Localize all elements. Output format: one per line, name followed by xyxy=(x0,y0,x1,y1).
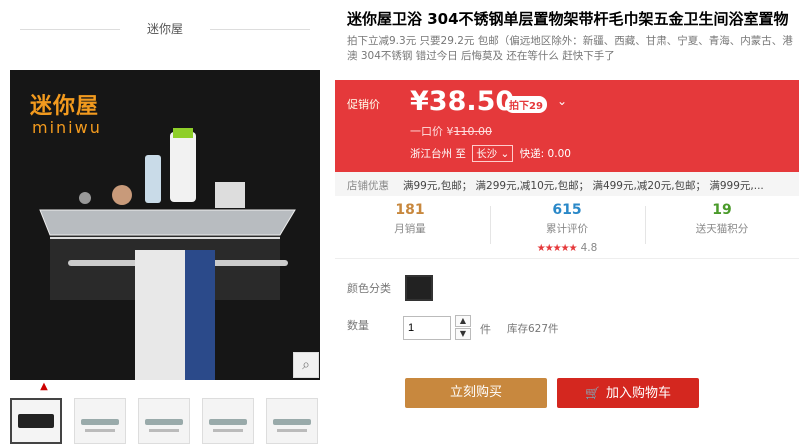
price-panel: 促销价 ¥38.50 拍下29 ⌄ 一口价 ¥110.00 浙江台州 至 长沙 … xyxy=(335,80,799,172)
color-label: 颜色分类 xyxy=(347,282,391,295)
product-title: 迷你屋卫浴 304不锈钢单层置物架带杆毛巾架五金卫生间浴室置物 xyxy=(347,10,789,28)
shop-promotion: 店铺优惠 满99元,包邮； 满299元,减10元,包邮； 满499元,减20元,… xyxy=(335,172,799,196)
thumbnail-2[interactable] xyxy=(74,398,126,444)
quantity-label: 数量 xyxy=(347,319,369,332)
shipping-cost: 快递: 0.00 xyxy=(519,148,571,160)
buy-now-button[interactable]: 立刻购买 xyxy=(405,378,547,408)
monthly-sales: 181 月销量 xyxy=(394,202,426,235)
shelf-illustration xyxy=(39,128,296,380)
cart-icon: 🛒 xyxy=(585,386,600,400)
price-label: 促销价 xyxy=(347,98,380,111)
quantity-unit: 件 xyxy=(480,323,491,336)
zoom-button[interactable]: ⌕ xyxy=(293,352,319,378)
product-gallery: 迷你屋 迷你屋 miniwu ⌕ ▲ xyxy=(0,0,330,444)
chevron-down-icon[interactable]: ⌄ xyxy=(557,94,567,108)
product-detail: 迷你屋卫浴 304不锈钢单层置物架带杆毛巾架五金卫生间浴室置物 拍下立减9.3元… xyxy=(335,0,799,444)
stock-count: 库存627件 xyxy=(507,323,559,335)
promo-text[interactable]: 满99元,包邮； 满299元,减10元,包邮； 满499元,减20元,包邮； 满… xyxy=(403,178,764,193)
original-price: 110.00 xyxy=(453,125,493,138)
discount-badge: 拍下29 xyxy=(505,96,547,113)
quantity-input[interactable] xyxy=(403,316,451,340)
product-subtitle: 拍下立减9.3元 只要29.2元 包邮（偏远地区除外：新疆、西藏、甘肃、宁夏、青… xyxy=(347,35,793,62)
divider xyxy=(335,258,799,259)
main-product-image[interactable]: 迷你屋 miniwu xyxy=(10,70,320,380)
promo-label: 店铺优惠 xyxy=(347,180,389,192)
current-price: ¥38.50 xyxy=(410,86,515,117)
stats-row: 181 月销量 615 累计评价 ★★★★★ 4.8 19 送天猫积分 xyxy=(335,196,799,254)
ship-origin: 浙江台州 xyxy=(410,148,452,160)
rating-score: 4.8 xyxy=(580,242,598,254)
thumbnail-1[interactable] xyxy=(10,398,62,444)
thumbnail-3[interactable] xyxy=(138,398,190,444)
divider xyxy=(210,29,310,30)
thumbnail-5[interactable] xyxy=(266,398,318,444)
original-price-row: 一口价 ¥110.00 xyxy=(410,123,492,139)
tmall-points: 19 送天猫积分 xyxy=(695,202,749,235)
gallery-up-arrow[interactable]: ▲ xyxy=(37,382,51,392)
thumbnail-strip xyxy=(10,398,322,444)
original-price-label: 一口价 ¥ xyxy=(410,125,454,138)
shipping-row: 浙江台州 至 长沙 ⌄ 快递: 0.00 xyxy=(410,145,571,162)
color-swatch[interactable] xyxy=(405,275,433,301)
rating-stars: ★★★★★ xyxy=(536,243,578,254)
shop-header: 迷你屋 xyxy=(10,18,320,40)
thumbnail-4[interactable] xyxy=(202,398,254,444)
total-reviews[interactable]: 615 累计评价 ★★★★★ 4.8 xyxy=(492,202,642,254)
quantity-decrease[interactable]: ▼ xyxy=(455,328,471,340)
add-to-cart-button[interactable]: 🛒 加入购物车 xyxy=(557,378,699,408)
quantity-increase[interactable]: ▲ xyxy=(455,315,471,327)
destination-select[interactable]: 长沙 ⌄ xyxy=(472,145,514,162)
ship-to: 至 xyxy=(455,148,466,160)
search-icon: ⌕ xyxy=(302,357,310,373)
